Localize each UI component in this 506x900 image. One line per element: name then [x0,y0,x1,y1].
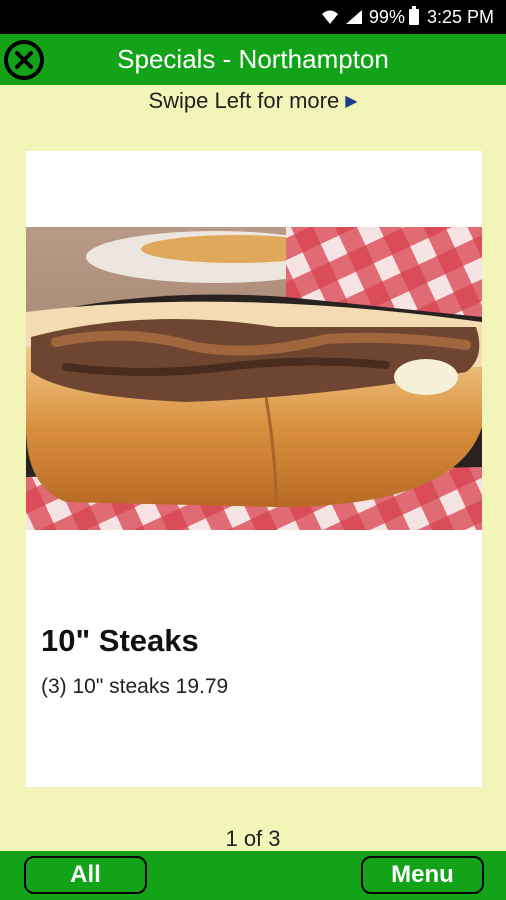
wifi-icon [321,9,339,25]
app-bar: Specials - Northampton [0,34,506,85]
cheesesteak-photo [26,227,482,530]
swipe-hint-text: Swipe Left for more [148,88,340,113]
battery-percent: 99% [368,6,405,27]
clock-time: 3:25 PM [426,6,494,27]
page-title: Specials - Northampton [117,44,389,74]
page-indicator: 1 of 3 [225,826,281,851]
swipe-hint: Swipe Left for more ▶ [0,88,506,114]
all-button[interactable]: All [24,856,147,894]
close-icon[interactable] [4,40,44,80]
status-bar: 99% 3:25 PM [0,0,506,34]
signal-icon [345,9,363,25]
play-arrow-icon: ▶ [345,93,358,110]
special-description: (3) 10" steaks 19.79 [41,675,229,698]
menu-button[interactable]: Menu [361,856,484,894]
special-title: 10" Steaks [41,623,199,658]
bottom-bar: All Menu [0,851,506,900]
battery-icon [408,6,419,25]
special-card[interactable]: 10" Steaks (3) 10" steaks 19.79 [26,151,482,787]
